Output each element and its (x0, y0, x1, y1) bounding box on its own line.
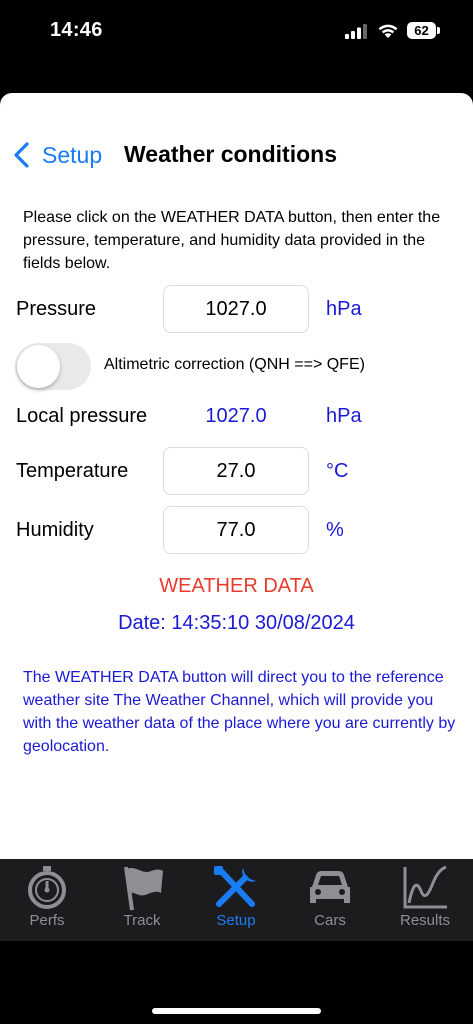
battery-icon: 62 (407, 22, 436, 39)
tab-track[interactable]: Track (95, 859, 189, 941)
flag-icon (124, 866, 163, 911)
pressure-input[interactable]: 1027.0 (163, 285, 309, 333)
tab-label: Track (123, 912, 161, 929)
chart-icon (403, 865, 447, 909)
intro-text: Please click on the WEATHER DATA button,… (23, 209, 441, 272)
weather-date: Date: 14:35:10 30/08/2024 (118, 612, 355, 634)
local-pressure-unit: hPa (326, 405, 362, 427)
tab-label: Setup (216, 912, 256, 929)
pressure-unit: hPa (326, 298, 362, 320)
tab-label: Cars (314, 912, 346, 929)
temperature-input[interactable]: 27.0 (163, 447, 309, 495)
back-button[interactable]: Setup (12, 141, 102, 169)
home-indicator[interactable] (152, 1008, 321, 1014)
tab-results[interactable]: Results (378, 859, 472, 941)
temperature-label: Temperature (16, 460, 129, 482)
humidity-input[interactable]: 77.0 (163, 506, 309, 554)
wifi-icon (378, 24, 398, 38)
humidity-label: Humidity (16, 519, 94, 541)
stopwatch-icon (28, 866, 66, 909)
car-icon (310, 871, 350, 903)
status-time: 14:46 (50, 19, 103, 41)
back-label: Setup (42, 141, 103, 168)
tab-label: Perfs (29, 912, 65, 929)
tab-label: Results (399, 912, 451, 929)
toggle-knob (17, 345, 60, 388)
page-title: Weather conditions (124, 141, 337, 167)
tab-setup[interactable]: Setup (189, 859, 283, 941)
tab-bar: Perfs Track Setup Cars Results (0, 859, 473, 941)
humidity-unit: % (326, 519, 344, 541)
weather-data-note: The WEATHER DATA button will direct you … (23, 669, 456, 755)
altimetric-correction-label: Altimetric correction (QNH ==> QFE) (104, 356, 365, 373)
battery-tip (437, 27, 440, 34)
tab-cars[interactable]: Cars (283, 859, 377, 941)
local-pressure-label: Local pressure (16, 405, 148, 427)
weather-conditions-sheet: Setup Weather conditions Please click on… (0, 93, 473, 859)
pressure-label: Pressure (16, 298, 97, 320)
altimetric-correction-toggle[interactable] (15, 343, 91, 390)
temperature-unit: °C (326, 460, 349, 482)
local-pressure-value: 1027.0 (205, 405, 267, 427)
chevron-left-icon (14, 142, 29, 168)
tab-perfs[interactable]: Perfs (0, 859, 94, 941)
status-bar: 14:46 62 (0, 0, 473, 64)
wrench-screwdriver-icon (214, 866, 256, 907)
weather-data-button[interactable]: WEATHER DATA (0, 575, 473, 598)
cellular-signal-icon (345, 24, 367, 39)
